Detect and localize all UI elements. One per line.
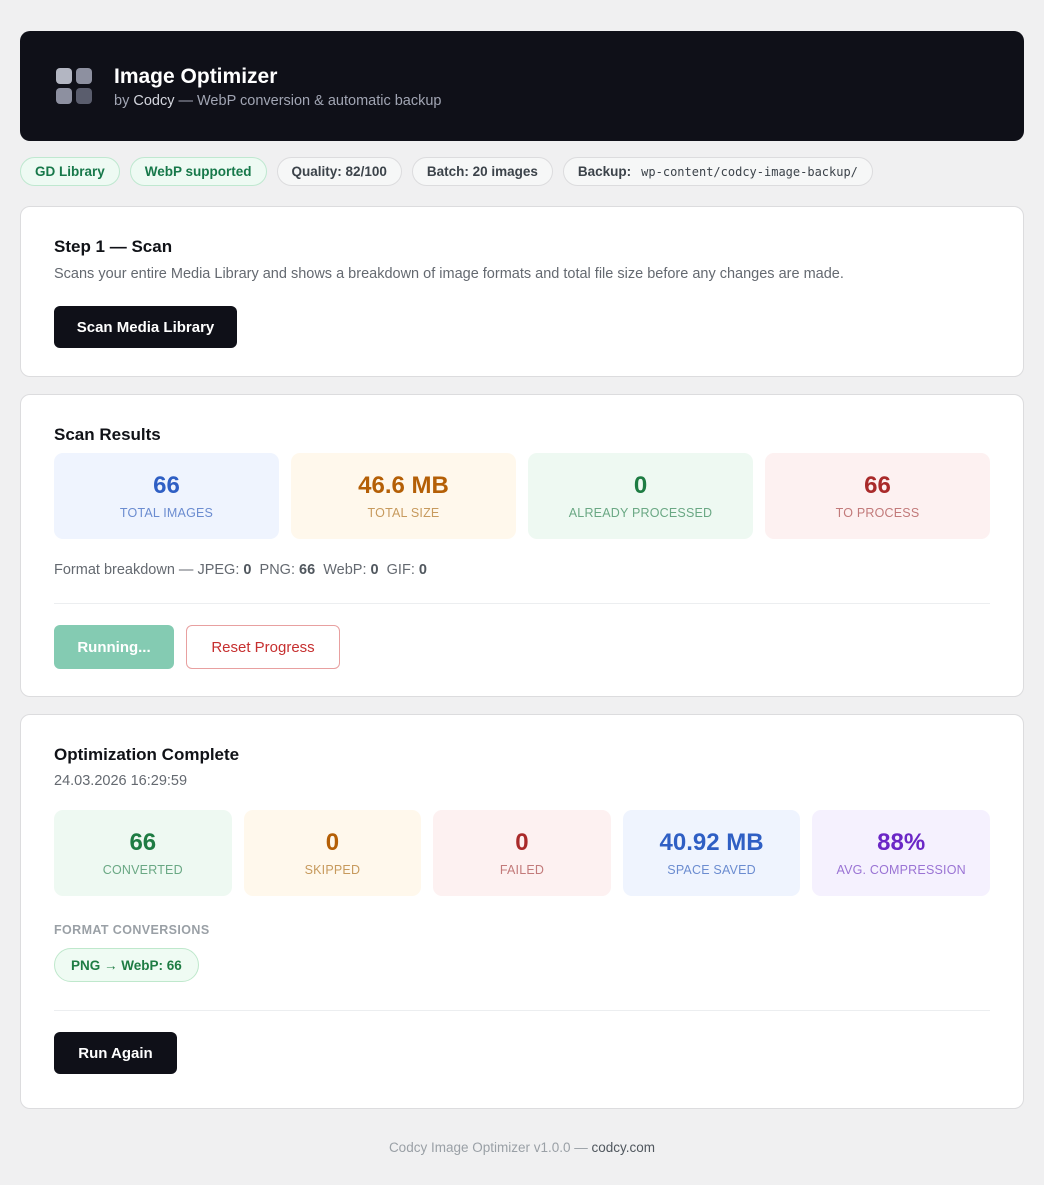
format-conversions-label: FORMAT CONVERSIONS — [54, 923, 210, 937]
stat-space-saved: 40.92 MB SPACE SAVED — [622, 810, 801, 896]
format-breakdown: Format breakdown — JPEG: 0 PNG: 66 WebP:… — [54, 562, 427, 578]
quality-badge: Quality: 82/100 — [276, 157, 402, 186]
stat-skipped: 0 SKIPPED — [243, 810, 422, 896]
backup-path: wp-content/codcy-image-backup/ — [641, 164, 858, 179]
footer: Codcy Image Optimizer v1.0.0 — codcy.com — [388, 1140, 656, 1155]
complete-timestamp: 24.03.2026 16:29:59 — [54, 773, 188, 789]
stat-converted: 66 CONVERTED — [54, 810, 232, 896]
page-container: Image Optimizer by Codcy — WebP conversi… — [20, 31, 1024, 1109]
run-again-button[interactable]: Run Again — [54, 1032, 177, 1074]
divider — [54, 1010, 990, 1011]
complete-stats: 66 CONVERTED 0 SKIPPED 0 FAILED 40.92 MB… — [54, 810, 990, 896]
stat-avg-compression: 88% AVG. COMPRESSION — [812, 810, 990, 896]
conversion-pill: PNG → WebP: 66 — [54, 948, 199, 982]
scan-step-description: Scans your entire Media Library and show… — [54, 266, 844, 282]
header-text: Image Optimizer by Codcy — WebP conversi… — [114, 64, 442, 109]
batch-badge: Batch: 20 images — [411, 157, 553, 186]
stat-failed: 0 FAILED — [433, 810, 611, 896]
scan-media-library-button[interactable]: Scan Media Library — [54, 306, 237, 348]
page-title: Image Optimizer — [114, 64, 278, 88]
stat-to-process: 66 TO PROCESS — [765, 453, 990, 539]
footer-link[interactable]: codcy.com — [592, 1140, 656, 1155]
scan-results-title: Scan Results — [54, 425, 161, 444]
stat-total-size: 46.6 MB TOTAL SIZE — [291, 453, 516, 539]
scan-actions: Running... Reset Progress — [54, 625, 990, 669]
running-button[interactable]: Running... — [54, 625, 174, 669]
optimization-complete-card: Optimization Complete 24.03.2026 16:29:5… — [20, 714, 1024, 1109]
backup-badge: Backup: wp-content/codcy-image-backup/ — [562, 157, 873, 186]
webp-supported-badge: WebP supported — [129, 157, 267, 186]
app-header: Image Optimizer by Codcy — WebP conversi… — [20, 31, 1024, 141]
page-subtitle: by Codcy — WebP conversion & automatic b… — [114, 92, 442, 109]
complete-title: Optimization Complete — [54, 745, 240, 764]
gd-library-badge: GD Library — [20, 157, 120, 186]
scan-results-card: Scan Results 66 TOTAL IMAGES 46.6 MB TOT… — [20, 394, 1024, 697]
scan-stats: 66 TOTAL IMAGES 46.6 MB TOTAL SIZE 0 ALR… — [54, 453, 990, 539]
status-badges: GD Library WebP supported Quality: 82/10… — [20, 157, 1024, 186]
scan-step-title: Step 1 — Scan — [54, 237, 173, 256]
scan-step-card: Step 1 — Scan Scans your entire Media Li… — [20, 206, 1024, 377]
reset-progress-button[interactable]: Reset Progress — [186, 625, 340, 669]
grid-logo-icon — [56, 68, 92, 104]
divider — [54, 603, 990, 604]
brand-name: Codcy — [133, 92, 175, 109]
stat-already-processed: 0 ALREADY PROCESSED — [528, 453, 753, 539]
stat-total-images: 66 TOTAL IMAGES — [54, 453, 279, 539]
